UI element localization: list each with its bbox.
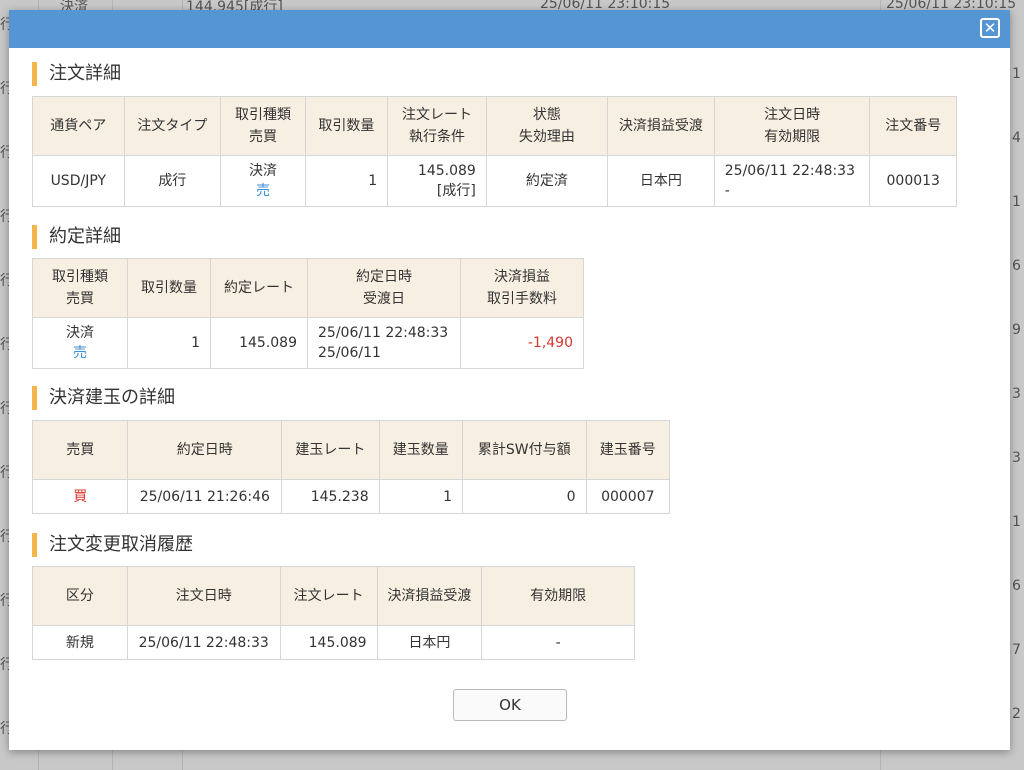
cell-trade-kind: 決済 売 — [220, 155, 306, 207]
position-details-table: 売買 約定日時 建玉レート 建玉数量 累計SW付与額 建玉番号 買 25/06/… — [31, 420, 671, 514]
side-sell: 売 — [73, 345, 87, 361]
cell-rate: 145.238 — [281, 479, 380, 514]
cell-settlement: 日本円 — [376, 625, 483, 660]
col-header: 累計SW付与額 — [462, 420, 587, 480]
cell-status: 約定済 — [485, 155, 608, 207]
col-header: 注文日時 有効期限 — [713, 96, 871, 156]
col-header: 注文レート — [279, 566, 378, 626]
order-details-title: 注文詳細 — [32, 62, 121, 86]
col-header: 注文番号 — [869, 96, 957, 156]
cell-quantity: 1 — [127, 317, 211, 369]
col-header: 通貨ペア — [32, 96, 125, 156]
col-header: 約定レート — [210, 258, 308, 318]
cell-exec-datetime: 25/06/11 22:48:33 25/06/11 — [307, 317, 461, 369]
table-header-row: 通貨ペア 注文タイプ 取引種類 売買 取引数量 注文レート 執行条件 状態 失効理由 … — [32, 96, 957, 156]
col-header: 区分 — [32, 566, 128, 626]
col-header: 注文レート 執行条件 — [387, 96, 487, 156]
table-row: 買 25/06/11 21:26:46 145.238 1 0 000007 — [31, 479, 671, 514]
cell-rate: 145.089 — [210, 317, 308, 369]
col-header: 約定日時 — [127, 420, 283, 480]
cell-trade-kind: 決済 売 — [32, 317, 128, 369]
position-details-title: 決済建玉の詳細 — [32, 386, 175, 410]
cell-type: 成行 — [123, 155, 222, 207]
cell-exec-datetime: 25/06/11 21:26:46 — [127, 479, 283, 514]
table-header-row: 売買 約定日時 建玉レート 建玉数量 累計SW付与額 建玉番号 — [31, 420, 671, 480]
table-header-row: 取引種類 売買 取引数量 約定レート 約定日時 受渡日 決済損益 取引手数料 — [32, 258, 584, 318]
cell-position-no: 000007 — [585, 479, 671, 514]
cell-order-datetime: 25/06/11 22:48:33 — [126, 625, 281, 660]
table-row: 新規 25/06/11 22:48:33 145.089 日本円 - — [32, 625, 635, 660]
cell-order-datetime: 25/06/11 22:48:33 - — [713, 155, 871, 207]
side-sell: 売 — [255, 183, 270, 199]
cell-order-no: 000013 — [869, 155, 957, 207]
change-history-title: 注文変更取消履歴 — [32, 533, 193, 557]
cell-quantity: 1 — [378, 479, 464, 514]
order-detail-dialog: ✕ 注文詳細 通貨ペア 注文タイプ 取引種類 売買 取引数量 注文レート 執行条件 … — [9, 10, 1010, 750]
execution-details-title: 約定詳細 — [32, 225, 121, 249]
ok-button[interactable]: OK — [453, 689, 567, 721]
col-header: 取引種類 売買 — [32, 258, 128, 318]
table-header-row: 区分 注文日時 注文レート 決済損益受渡 有効期限 — [32, 566, 635, 626]
col-header: 注文タイプ — [123, 96, 222, 156]
cell-settlement: 日本円 — [606, 155, 715, 207]
col-header: 建玉数量 — [378, 420, 464, 480]
col-header: 決済損益受渡 — [376, 566, 483, 626]
order-details-table: 通貨ペア 注文タイプ 取引種類 売買 取引数量 注文レート 執行条件 状態 失効理由 … — [32, 96, 957, 207]
col-header: 建玉番号 — [585, 420, 671, 480]
change-history-table: 区分 注文日時 注文レート 決済損益受渡 有効期限 新規 25/06/11 22… — [32, 566, 635, 660]
cell-rate: 145.089 [成行] — [387, 155, 487, 207]
side-buy: 買 — [31, 479, 129, 514]
cell-swap: 0 — [462, 479, 587, 514]
col-header: 建玉レート — [281, 420, 380, 480]
col-header: 取引種類 売買 — [220, 96, 306, 156]
cell-expiry: - — [481, 625, 635, 660]
col-header: 有効期限 — [481, 566, 635, 626]
table-row: 決済 売 1 145.089 25/06/11 22:48:33 25/06/1… — [32, 317, 584, 369]
col-header: 売買 — [31, 420, 129, 480]
col-header: 決済損益 取引手数料 — [460, 258, 584, 318]
col-header: 注文日時 — [126, 566, 281, 626]
close-icon[interactable]: ✕ — [980, 18, 1000, 38]
col-header: 約定日時 受渡日 — [307, 258, 461, 318]
execution-details-table: 取引種類 売買 取引数量 約定レート 約定日時 受渡日 決済損益 取引手数料 決済 売… — [32, 258, 584, 369]
cell-rate: 145.089 — [279, 625, 378, 660]
cell-pnl: -1,490 — [460, 317, 584, 369]
col-header: 決済損益受渡 — [606, 96, 715, 156]
dialog-titlebar: ✕ — [9, 10, 1010, 48]
cell-quantity: 1 — [304, 155, 389, 207]
col-header: 取引数量 — [127, 258, 211, 318]
col-header: 取引数量 — [304, 96, 389, 156]
col-header: 状態 失効理由 — [485, 96, 608, 156]
cell-category: 新規 — [32, 625, 128, 660]
cell-pair: USD/JPY — [32, 155, 125, 207]
table-row: USD/JPY 成行 決済 売 1 145.089 [成行] 約定済 日本円 2… — [32, 155, 957, 207]
